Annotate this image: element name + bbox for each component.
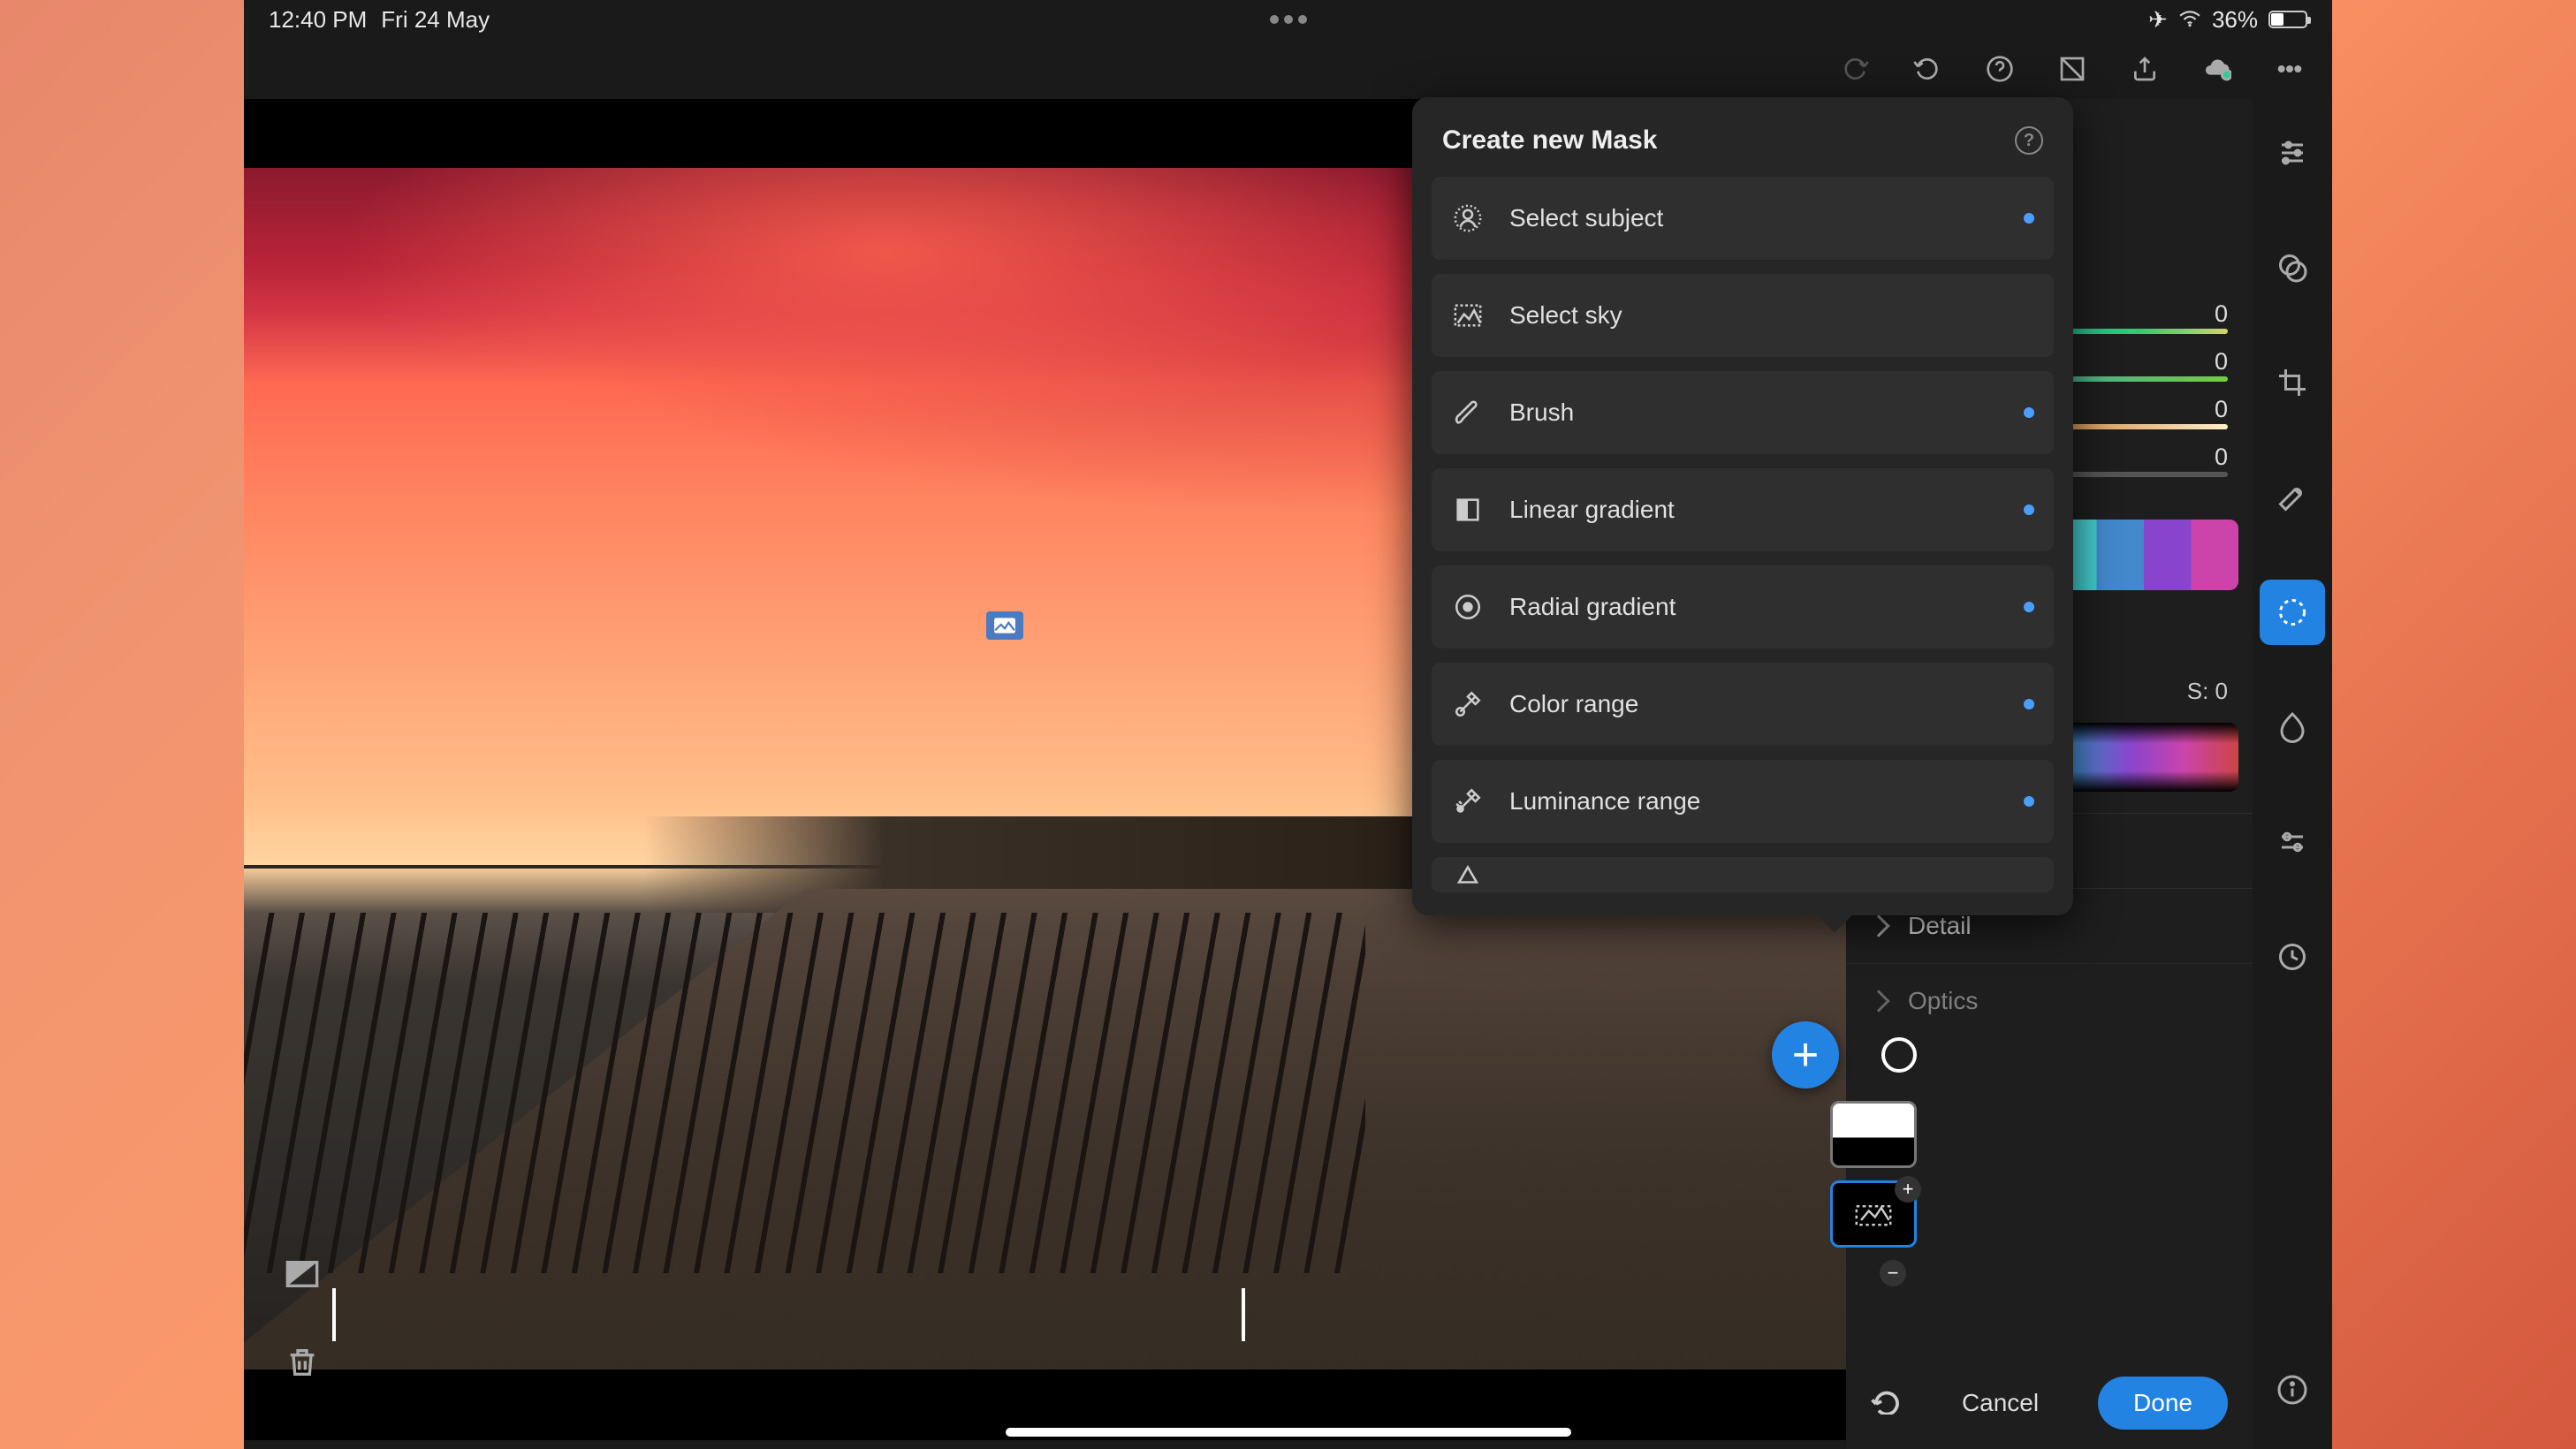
popup-item-label: Radial gradient [1509,593,1676,621]
cloud-sync-button[interactable] [2201,53,2233,85]
subject-icon [1451,201,1485,235]
battery-icon [2268,11,2307,28]
popup-item-label: Linear gradient [1509,496,1675,524]
popup-item-brush[interactable]: Brush [1432,371,2054,454]
more-menu-button[interactable] [2274,53,2306,85]
versions-tool[interactable] [2260,924,2325,990]
sync-dot-icon [2024,213,2034,224]
mask-controls: + + − [1772,1021,1917,1297]
mask-thumb-1[interactable] [1830,1101,1917,1168]
colorrange-icon [1451,687,1485,721]
sky-icon [1451,299,1485,332]
chevron-right-icon [1867,914,1889,937]
popup-item-more[interactable] [1432,857,2054,892]
compare-view-button[interactable] [283,1255,322,1293]
wifi-icon [2178,6,2201,34]
status-time: 12:40 PM [269,6,367,34]
sync-dot-icon [2024,699,2034,709]
reset-button[interactable] [1871,1388,1903,1419]
share-button[interactable] [2129,53,2161,85]
lumrange-icon [1451,785,1485,818]
top-toolbar [244,39,2332,99]
mixer-tool[interactable] [2260,809,2325,875]
picture-marker-icon[interactable] [986,611,1023,640]
sync-dot-icon [2024,602,2034,612]
popup-item-sky[interactable]: Select sky [1432,274,2054,357]
popup-item-colorrange[interactable]: Color range [1432,663,2054,746]
mask-visibility-toggle[interactable] [1881,1037,1917,1073]
popup-item-subject[interactable]: Select subject [1432,177,2054,260]
popup-item-label: Brush [1509,398,1574,427]
panel-footer: Cancel Done [1846,1357,2253,1449]
mask-subtract-button[interactable]: − [1880,1260,1906,1286]
airplane-icon: ✈ [2148,6,2168,34]
brush-icon [1451,396,1485,429]
crop-tool[interactable] [2260,350,2325,415]
filmstrip-range[interactable] [332,1288,1245,1341]
linear-icon [1451,493,1485,527]
chevron-right-icon [1867,990,1889,1012]
done-button[interactable]: Done [2098,1377,2228,1430]
lens-blur-tool[interactable] [2260,694,2325,760]
popup-title: Create new Mask [1442,125,1657,156]
redo-button[interactable] [1839,53,1871,85]
info-button[interactable] [2260,1357,2325,1422]
presets-tool[interactable] [2260,235,2325,300]
undo-button[interactable] [1911,53,1943,85]
delete-button[interactable] [283,1343,322,1382]
popup-item-lumrange[interactable]: Luminance range [1432,760,2054,843]
status-bar: 12:40 PM Fri 24 May ✈ 36% [244,0,2332,39]
popup-help-button[interactable]: ? [2015,126,2043,155]
add-mask-button[interactable]: + [1772,1021,1839,1089]
depth-icon [1451,858,1485,891]
create-mask-popup: Create new Mask ? Select subject Select s… [1412,97,2073,915]
edit-sliders-tool[interactable] [2260,120,2325,186]
sync-dot-icon [2024,504,2034,515]
help-button[interactable] [1984,53,2016,85]
popup-item-label: Select subject [1509,204,1663,232]
sync-dot-icon [2024,407,2034,418]
mask-add-component-icon[interactable]: + [1895,1176,1921,1202]
popup-item-linear[interactable]: Linear gradient [1432,468,2054,551]
mask-thumb-2[interactable]: + [1830,1180,1917,1248]
battery-percent: 36% [2212,6,2258,34]
status-date: Fri 24 May [381,6,490,34]
multitask-dots[interactable] [1270,15,1307,24]
popup-item-radial[interactable]: Radial gradient [1432,565,2054,649]
radial-icon [1451,590,1485,624]
sync-dot-icon [2024,796,2034,807]
cancel-button[interactable]: Cancel [1944,1377,2056,1430]
popup-item-label: Color range [1509,690,1638,718]
popup-item-label: Luminance range [1509,787,1700,816]
masking-tool[interactable] [2260,580,2325,645]
app-frame: 12:40 PM Fri 24 May ✈ 36% [244,0,2332,1449]
original-toggle-button[interactable] [2056,53,2088,85]
popup-item-label: Select sky [1509,301,1622,330]
tool-rail [2253,99,2332,1449]
healing-tool[interactable] [2260,465,2325,530]
home-indicator[interactable] [1006,1428,1571,1437]
